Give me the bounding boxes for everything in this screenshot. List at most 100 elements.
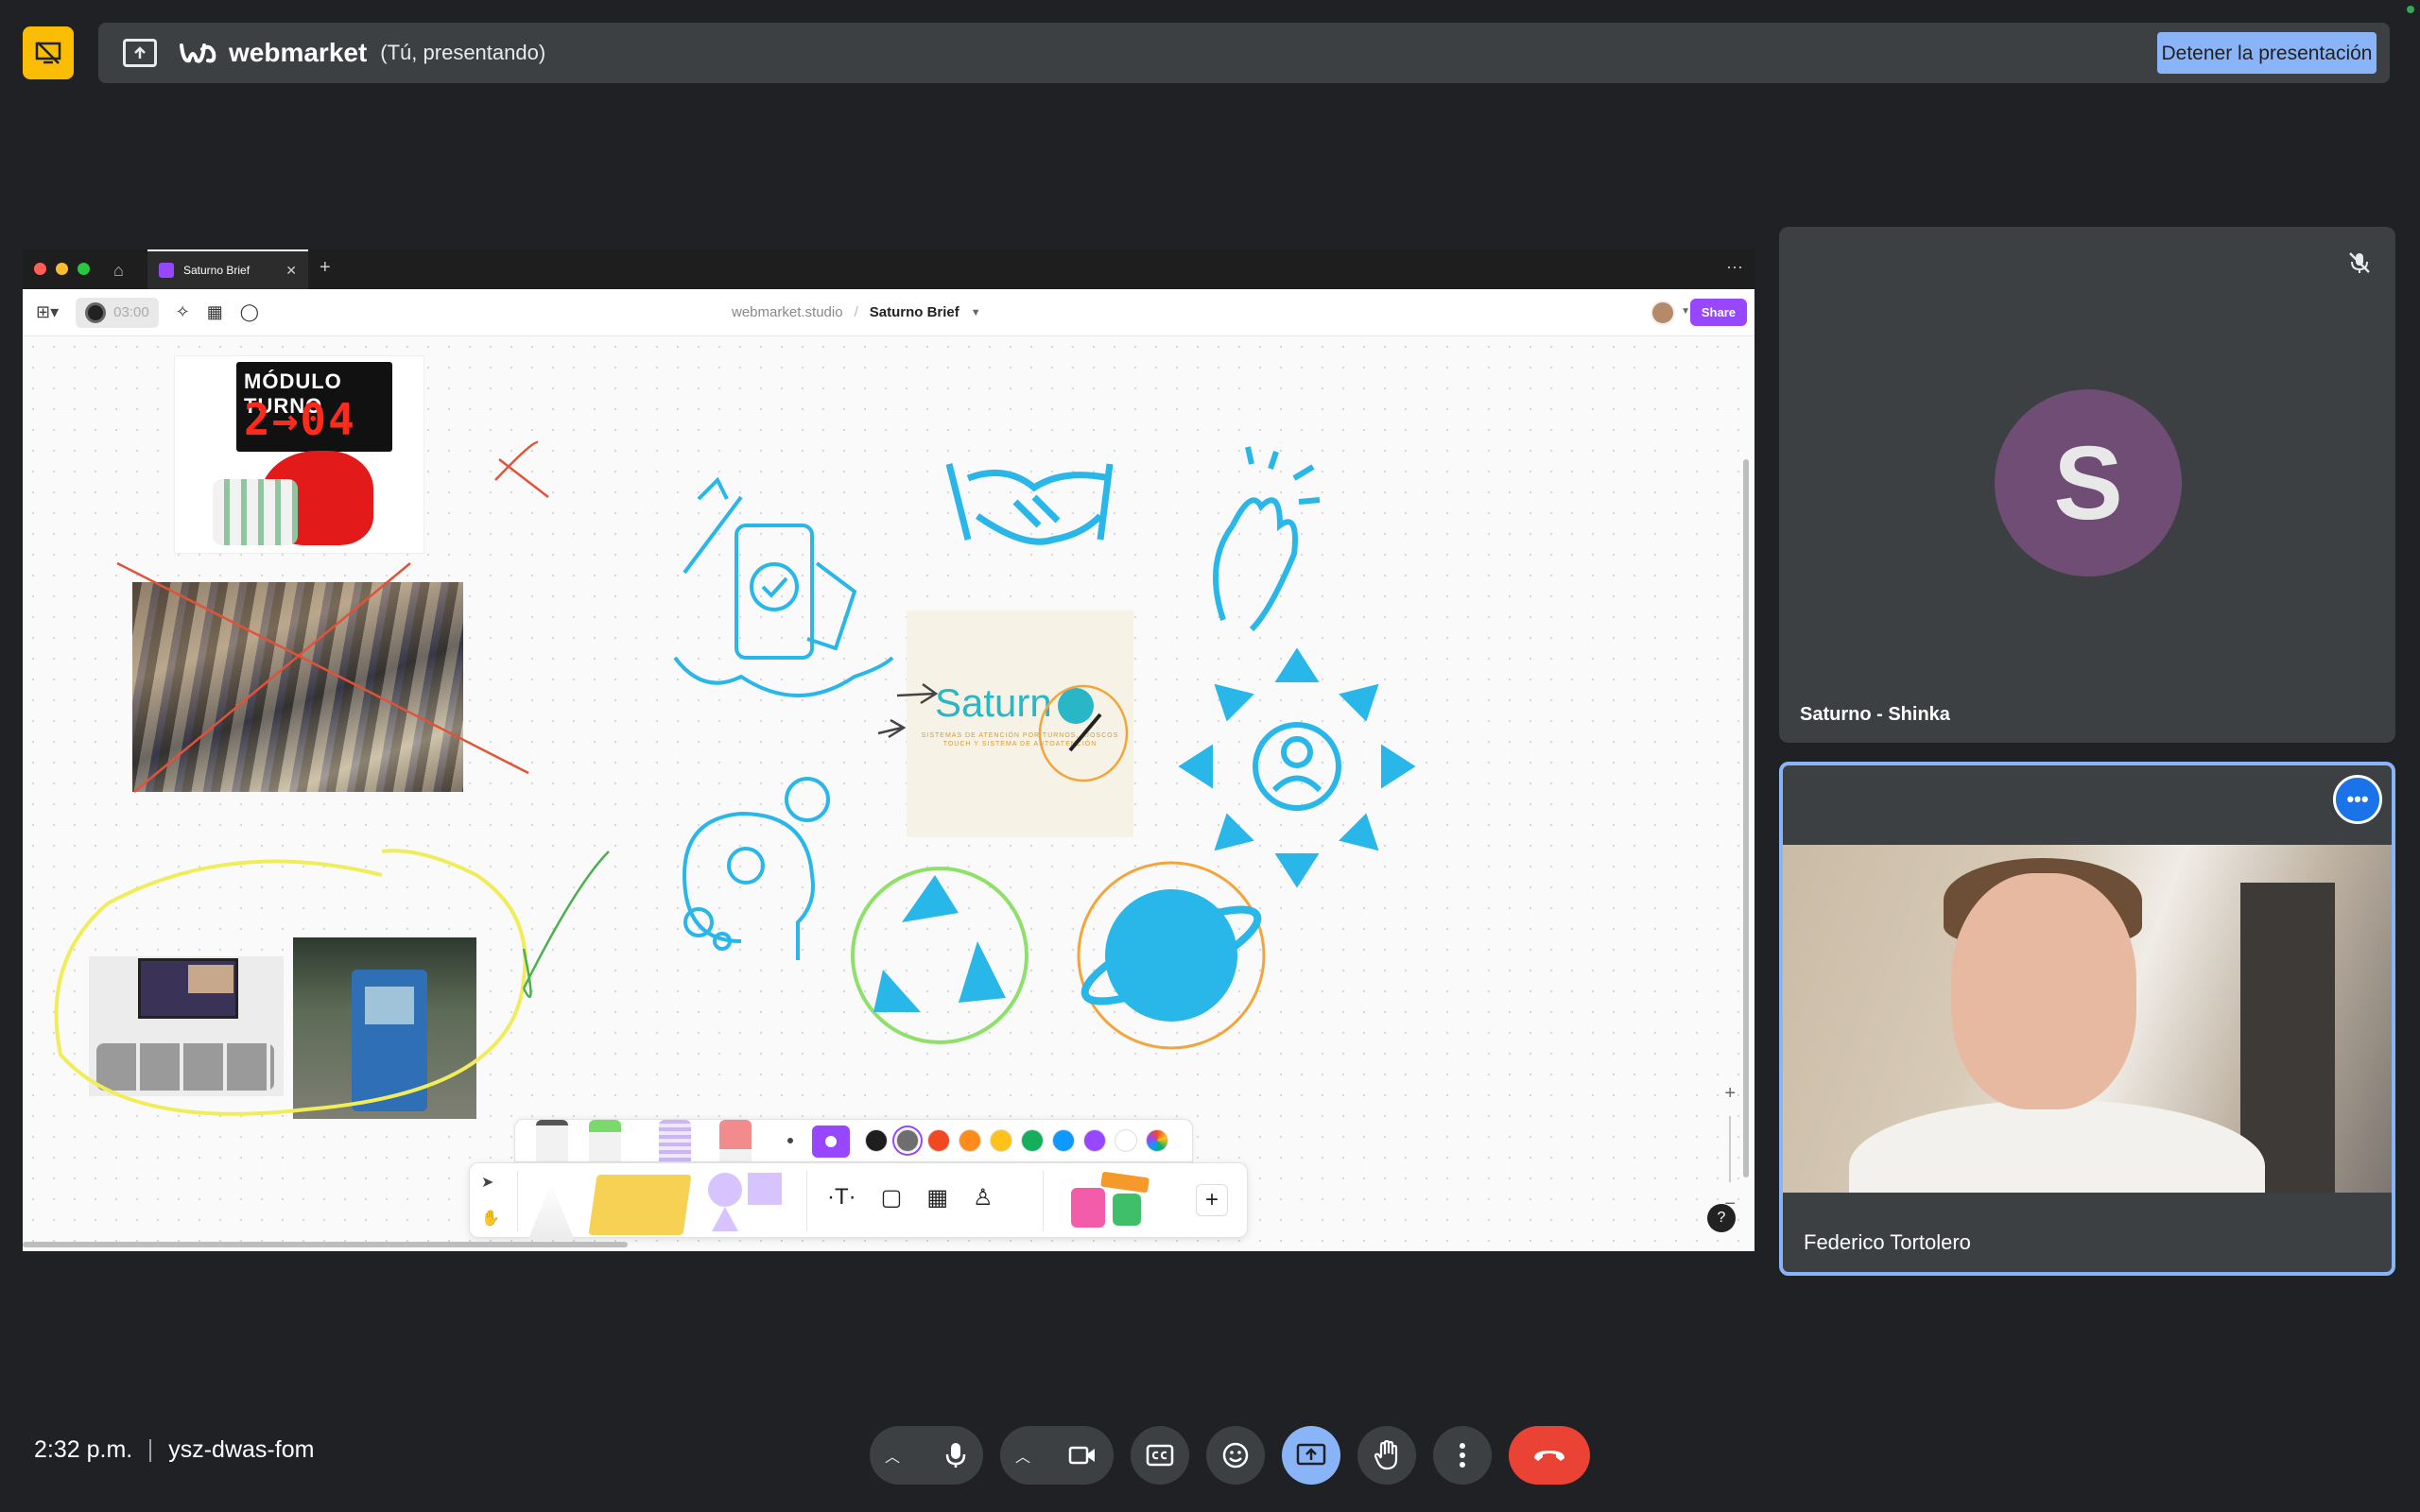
present-screen-button[interactable] — [1282, 1426, 1340, 1485]
text-tool-icon[interactable]: ·T· — [827, 1184, 856, 1211]
help-button[interactable]: ? — [1707, 1204, 1736, 1232]
participant-tile-saturno[interactable]: S Saturno - Shinka — [1779, 227, 2395, 743]
main-menu-icon[interactable]: ⊞▾ — [36, 302, 59, 322]
participant-video — [1783, 845, 2392, 1193]
comment-icon[interactable]: ◯ — [240, 302, 259, 322]
leave-call-button[interactable] — [1509, 1426, 1590, 1485]
microphone-control[interactable]: ︿ — [870, 1426, 983, 1485]
share-button[interactable]: Share — [1689, 299, 1747, 326]
mobile-checklist-icon — [673, 476, 894, 697]
vertical-scrollbar[interactable] — [1743, 459, 1749, 1177]
shapes-tool-icon[interactable] — [708, 1173, 793, 1233]
color-swatch[interactable] — [1021, 1129, 1044, 1152]
participant-more-options-button[interactable]: ••• — [2333, 775, 2382, 824]
participant-name: Federico Tortolero — [1804, 1230, 1971, 1254]
team-name[interactable]: webmarket.studio — [732, 304, 843, 320]
section-tool-icon[interactable]: ▢ — [881, 1184, 903, 1211]
pen-settings-palette — [514, 1119, 1193, 1162]
audio-options-chevron-up-icon[interactable]: ︿ — [885, 1444, 900, 1467]
color-swatch[interactable] — [927, 1129, 950, 1152]
color-swatch[interactable] — [865, 1129, 888, 1152]
webmarket-logo: webmarket — [178, 38, 367, 68]
home-icon[interactable]: ⌂ — [113, 261, 124, 281]
ai-sparkle-icon[interactable]: ✧ — [176, 302, 190, 322]
color-swatch[interactable] — [1115, 1129, 1137, 1152]
kiosk-photo[interactable] — [293, 937, 476, 1119]
participant-name: Saturno - Shinka — [1800, 704, 1950, 725]
crowd-queue-photo[interactable] — [132, 582, 463, 792]
select-cursor-icon[interactable]: ➤ — [481, 1173, 500, 1192]
more-options-button[interactable] — [1433, 1426, 1492, 1485]
insert-tools: ·T· ▢ ▦ ♙ — [827, 1184, 994, 1211]
meeting-code[interactable]: ysz-dwas-fom — [168, 1436, 314, 1464]
color-swatch[interactable] — [990, 1129, 1012, 1152]
stamp-tool-icon[interactable]: ♙ — [973, 1184, 994, 1211]
window-titlebar: ⌂ Saturno Brief ✕ + ··· — [23, 249, 1754, 289]
sticky-note-tool-icon[interactable] — [588, 1175, 692, 1235]
camera-control[interactable]: ︿ — [1000, 1426, 1114, 1485]
breadcrumb-separator: / — [854, 304, 858, 320]
captions-button[interactable] — [1131, 1426, 1189, 1485]
highlighter-tool-icon[interactable] — [589, 1120, 621, 1161]
figjam-toolbar: ⊞▾ 03:00 ✧ ▦ ◯ webmarket.studio / Saturn… — [23, 289, 1754, 336]
tab-saturno-brief[interactable]: Saturno Brief ✕ — [147, 249, 308, 289]
hand-tool-icon[interactable]: ✋ — [481, 1209, 500, 1228]
timer-widget[interactable]: 03:00 — [76, 297, 159, 328]
recycle-icon — [851, 867, 1028, 1044]
color-swatch[interactable] — [1052, 1129, 1075, 1152]
new-tab-icon[interactable]: + — [320, 257, 331, 279]
meeting-info: 2:32 p.m. ysz-dwas-fom — [34, 1436, 314, 1464]
close-tab-icon[interactable]: ✕ — [285, 263, 297, 279]
whiteboard-canvas[interactable]: MÓDULO TURNO 2→04 Saturn SISTEMAS DE ATE… — [23, 336, 1754, 1251]
avatar: S — [1995, 389, 2182, 576]
idea-head-icon — [682, 777, 830, 960]
thin-stroke-option[interactable] — [787, 1138, 793, 1143]
presentation-status-icon[interactable] — [23, 26, 74, 79]
file-name[interactable]: Saturno Brief — [870, 304, 959, 320]
stickers-tool-icon[interactable] — [1063, 1171, 1158, 1233]
user-network-icon — [1178, 647, 1416, 888]
more-options-icon[interactable]: ··· — [1726, 257, 1743, 277]
avatar-chevron-down-icon[interactable]: ▼ — [1681, 306, 1690, 317]
washi-tape-tool-icon[interactable] — [659, 1120, 691, 1161]
reactions-button[interactable] — [1206, 1426, 1265, 1485]
camera-icon[interactable] — [1068, 1445, 1097, 1466]
raise-hand-icon — [1374, 1440, 1398, 1470]
waiting-chairs — [96, 1043, 274, 1091]
waiting-room-photo[interactable] — [89, 956, 284, 1096]
figjam-file-icon — [159, 263, 174, 278]
stop-presenting-button[interactable]: Detener la presentación — [2157, 32, 2377, 74]
planet-logo-icon — [1058, 688, 1094, 724]
layout-icon[interactable]: ▦ — [207, 302, 223, 322]
zoom-slider[interactable] — [1729, 1116, 1732, 1182]
maximize-window-icon[interactable] — [78, 263, 90, 275]
recording-indicator-dot — [2407, 6, 2414, 13]
saturno-logo-card[interactable]: Saturn SISTEMAS DE ATENCIÓN POR TURNOS, … — [907, 610, 1133, 837]
eraser-tool-icon[interactable] — [719, 1120, 752, 1161]
pen-tool-icon[interactable] — [528, 1182, 574, 1239]
participant-tile-federico[interactable]: ••• Federico Tortolero — [1779, 762, 2395, 1276]
microphone-icon[interactable] — [945, 1441, 966, 1469]
present-upload-icon — [123, 39, 157, 67]
color-swatch[interactable] — [959, 1129, 981, 1152]
color-swatch[interactable] — [1083, 1129, 1106, 1152]
raise-hand-button[interactable] — [1357, 1426, 1416, 1485]
chevron-down-icon[interactable]: ▼ — [971, 307, 981, 318]
horizontal-scrollbar[interactable] — [23, 1242, 628, 1247]
more-tools-icon[interactable]: + — [1196, 1184, 1228, 1216]
custom-color-picker-icon[interactable] — [1146, 1129, 1168, 1152]
participant-shirt — [1849, 1100, 2265, 1193]
turno-display-image[interactable]: MÓDULO TURNO 2→04 — [174, 355, 424, 554]
minimize-window-icon[interactable] — [56, 263, 68, 275]
meeting-time: 2:32 p.m. — [34, 1436, 133, 1463]
color-swatch[interactable] — [896, 1129, 919, 1152]
close-window-icon[interactable] — [34, 263, 46, 275]
video-options-chevron-up-icon[interactable]: ︿ — [1015, 1444, 1030, 1467]
marker-tool-icon[interactable] — [536, 1120, 568, 1161]
thick-stroke-option[interactable] — [812, 1125, 850, 1158]
mic-off-icon — [2349, 252, 2370, 273]
zoom-in-icon[interactable]: + — [1724, 1083, 1736, 1105]
table-tool-icon[interactable]: ▦ — [926, 1184, 948, 1211]
avatar[interactable] — [1651, 301, 1675, 325]
shared-screen: ⌂ Saturno Brief ✕ + ··· ⊞▾ 03:00 ✧ ▦ ◯ w… — [23, 249, 1754, 1251]
